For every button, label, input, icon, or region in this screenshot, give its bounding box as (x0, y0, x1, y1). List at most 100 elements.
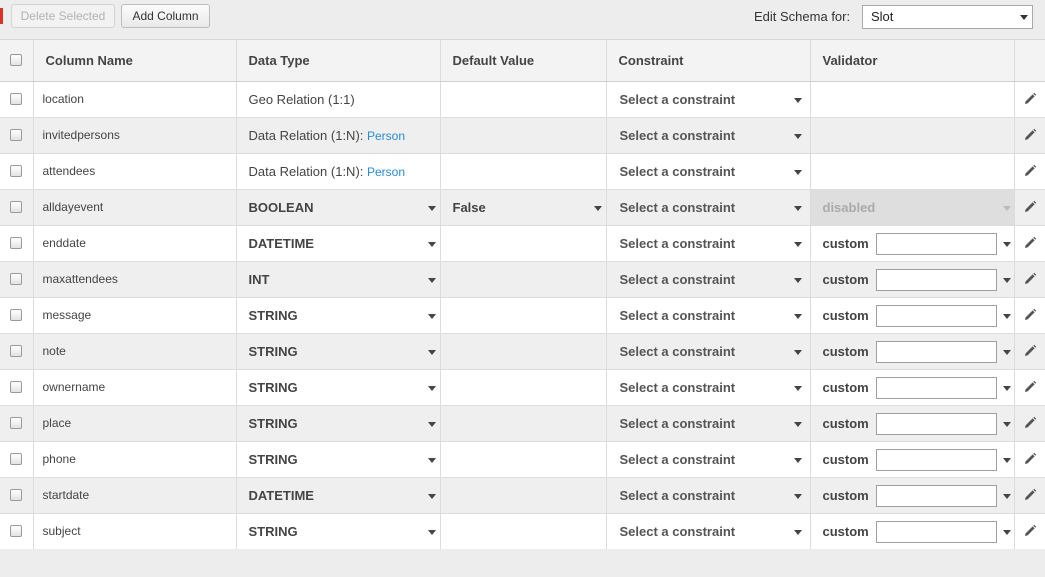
pencil-icon[interactable] (1015, 236, 1045, 250)
data-type-cell[interactable]: STRING (236, 405, 441, 442)
chevron-down-icon[interactable] (1002, 349, 1011, 355)
constraint-cell[interactable]: Select a constraint (606, 117, 811, 154)
validator-input[interactable] (875, 268, 997, 291)
add-column-button[interactable]: Add Column (121, 4, 210, 28)
pencil-icon[interactable] (1015, 308, 1045, 322)
validator-select[interactable]: custom (811, 380, 869, 395)
edit-cell[interactable] (1014, 405, 1045, 442)
header-default-value[interactable]: Default Value (440, 40, 607, 82)
validator-input[interactable] (875, 520, 997, 543)
select-all-checkbox[interactable] (10, 54, 23, 67)
validator-input[interactable] (875, 304, 997, 327)
row-checkbox[interactable] (10, 273, 23, 285)
pencil-icon[interactable] (1015, 380, 1045, 394)
pencil-icon[interactable] (1015, 128, 1045, 142)
header-validator[interactable]: Validator (810, 40, 1015, 82)
validator-select[interactable]: custom (811, 416, 869, 431)
edit-cell[interactable] (1014, 81, 1045, 118)
chevron-down-icon[interactable] (1002, 241, 1011, 247)
edit-cell[interactable] (1014, 261, 1045, 298)
row-checkbox[interactable] (10, 417, 23, 429)
header-constraint[interactable]: Constraint (606, 40, 811, 82)
pencil-icon[interactable] (1015, 452, 1045, 466)
row-checkbox[interactable] (10, 201, 23, 213)
pencil-icon[interactable] (1015, 488, 1045, 502)
relation-link[interactable]: Person (367, 129, 405, 143)
data-type-cell[interactable]: INT (236, 261, 441, 298)
edit-cell[interactable] (1014, 225, 1045, 262)
validator-input[interactable] (875, 412, 997, 435)
row-checkbox[interactable] (10, 345, 23, 357)
edit-cell[interactable] (1014, 297, 1045, 334)
constraint-cell[interactable]: Select a constraint (606, 297, 811, 334)
chevron-down-icon[interactable] (1002, 313, 1011, 319)
pencil-icon[interactable] (1015, 272, 1045, 286)
chevron-down-icon[interactable] (1002, 421, 1011, 427)
edit-cell[interactable] (1014, 153, 1045, 190)
default-value-cell[interactable]: False (440, 189, 607, 226)
row-checkbox[interactable] (10, 489, 23, 501)
constraint-cell[interactable]: Select a constraint (606, 153, 811, 190)
data-type-cell[interactable]: DATETIME (236, 477, 441, 514)
chevron-down-icon[interactable] (1002, 493, 1011, 499)
constraint-cell[interactable]: Select a constraint (606, 477, 811, 514)
data-type-cell[interactable]: STRING (236, 297, 441, 334)
validator-select[interactable]: custom (811, 452, 869, 467)
constraint-cell[interactable]: Select a constraint (606, 369, 811, 406)
constraint-cell[interactable]: Select a constraint (606, 225, 811, 262)
schema-select[interactable]: Slot (862, 5, 1033, 29)
edit-cell[interactable] (1014, 441, 1045, 478)
constraint-cell[interactable]: Select a constraint (606, 81, 811, 118)
validator-select[interactable]: custom (811, 236, 869, 251)
relation-link[interactable]: Person (367, 165, 405, 179)
validator-select[interactable]: custom (811, 344, 869, 359)
chevron-down-icon[interactable] (1002, 277, 1011, 283)
constraint-cell[interactable]: Select a constraint (606, 513, 811, 550)
constraint-cell[interactable]: Select a constraint (606, 441, 811, 478)
chevron-down-icon[interactable] (1002, 457, 1011, 463)
data-type-cell[interactable]: STRING (236, 369, 441, 406)
chevron-down-icon[interactable] (1002, 385, 1011, 391)
edit-cell[interactable] (1014, 369, 1045, 406)
pencil-icon[interactable] (1015, 344, 1045, 358)
row-checkbox[interactable] (10, 129, 23, 141)
constraint-cell[interactable]: Select a constraint (606, 189, 811, 226)
row-checkbox[interactable] (10, 381, 23, 393)
row-checkbox[interactable] (10, 525, 23, 537)
validator-select[interactable]: custom (811, 524, 869, 539)
edit-cell[interactable] (1014, 477, 1045, 514)
validator-input[interactable] (875, 232, 997, 255)
validator-select[interactable]: custom (811, 488, 869, 503)
edit-cell[interactable] (1014, 513, 1045, 550)
edit-cell[interactable] (1014, 189, 1045, 226)
pencil-icon[interactable] (1015, 416, 1045, 430)
validator-select[interactable]: custom (811, 308, 869, 323)
pencil-icon[interactable] (1015, 524, 1045, 538)
pencil-icon[interactable] (1015, 200, 1045, 214)
data-type-cell[interactable]: BOOLEAN (236, 189, 441, 226)
row-checkbox[interactable] (10, 93, 23, 105)
data-type-cell[interactable]: STRING (236, 513, 441, 550)
constraint-cell[interactable]: Select a constraint (606, 333, 811, 370)
chevron-down-icon[interactable] (1002, 529, 1011, 535)
pencil-icon[interactable] (1015, 164, 1045, 178)
data-type-cell[interactable]: STRING (236, 441, 441, 478)
validator-input[interactable] (875, 448, 997, 471)
header-data-type[interactable]: Data Type (236, 40, 441, 82)
constraint-cell[interactable]: Select a constraint (606, 405, 811, 442)
validator-input[interactable] (875, 340, 997, 363)
row-checkbox[interactable] (10, 453, 23, 465)
row-checkbox[interactable] (10, 309, 23, 321)
edit-cell[interactable] (1014, 333, 1045, 370)
validator-input[interactable] (875, 484, 997, 507)
constraint-cell[interactable]: Select a constraint (606, 261, 811, 298)
row-checkbox[interactable] (10, 237, 23, 249)
pencil-icon[interactable] (1015, 92, 1045, 106)
validator-select[interactable]: custom (811, 272, 869, 287)
data-type-cell[interactable]: DATETIME (236, 225, 441, 262)
data-type-cell[interactable]: STRING (236, 333, 441, 370)
delete-selected-button[interactable]: Delete Selected (11, 4, 115, 28)
edit-cell[interactable] (1014, 117, 1045, 154)
validator-input[interactable] (875, 376, 997, 399)
row-checkbox[interactable] (10, 165, 23, 177)
